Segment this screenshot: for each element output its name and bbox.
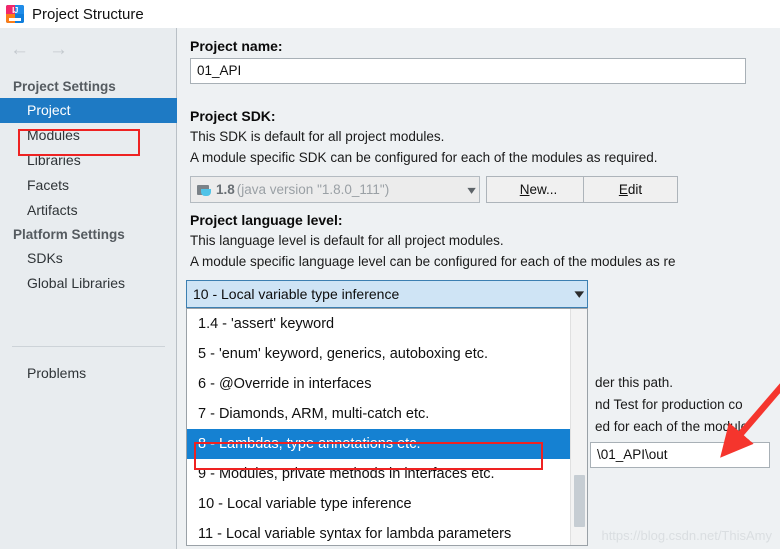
language-level-option-11[interactable]: 11 - Local variable syntax for lambda pa…	[187, 519, 572, 545]
group-header-platform-settings: Platform Settings	[13, 227, 125, 242]
sdk-name: 1.8	[216, 182, 235, 197]
window-titlebar: IJ Project Structure	[0, 0, 780, 28]
project-language-level-label: Project language level:	[190, 212, 343, 228]
intellij-idea-icon: IJ	[6, 5, 24, 23]
language-level-option-8[interactable]: 8 - Lambdas, type annotations etc.	[187, 429, 572, 459]
sidebar-item-sdks[interactable]: SDKs	[0, 246, 177, 271]
settings-tree: Project Settings Project Modules Librari…	[0, 75, 177, 296]
settings-sidebar: ← → Project Settings Project Modules Lib…	[0, 28, 177, 549]
sidebar-item-global-libraries[interactable]: Global Libraries	[0, 271, 177, 296]
sidebar-item-facets[interactable]: Facets	[0, 173, 177, 198]
sidebar-item-artifacts[interactable]: Artifacts	[0, 198, 177, 223]
project-settings-panel: Project name: 01_API Project SDK: This S…	[178, 28, 780, 549]
sidebar-item-problems[interactable]: Problems	[0, 361, 204, 385]
navigation-arrows: ← →	[10, 40, 68, 59]
sdk-description-line-1: This SDK is default for all project modu…	[190, 129, 445, 144]
language-level-options: 1.4 - 'assert' keyword 5 - 'enum' keywor…	[187, 309, 572, 545]
new-button-accel: N	[519, 182, 530, 197]
project-name-input[interactable]: 01_API	[190, 58, 746, 84]
compiler-output-visible-line-3: ed for each of the module	[595, 419, 749, 434]
compiler-output-visible-line-2: nd Test for production co	[595, 397, 743, 412]
group-header-project-settings: Project Settings	[13, 79, 116, 94]
edit-sdk-button[interactable]: Edit	[583, 176, 678, 203]
chevron-down-icon[interactable]: ▾	[563, 286, 585, 302]
language-level-option-10[interactable]: 10 - Local variable type inference	[187, 489, 572, 519]
dropdown-scrollbar-thumb[interactable]	[574, 475, 585, 527]
project-sdk-combobox[interactable]: 1.8 (java version "1.8.0_111") ▾	[190, 176, 480, 203]
language-level-option-7[interactable]: 7 - Diamonds, ARM, multi-catch etc.	[187, 399, 572, 429]
language-level-dropdown-list[interactable]: 1.4 - 'assert' keyword 5 - 'enum' keywor…	[186, 308, 588, 546]
language-level-combobox[interactable]: 10 - Local variable type inference ▾	[186, 280, 588, 308]
compiler-output-path-input[interactable]: \01_API\out	[590, 442, 770, 468]
language-level-selected-value: 10 - Local variable type inference	[193, 286, 400, 302]
compiler-output-visible-line-1: der this path.	[595, 375, 674, 390]
language-level-description-line-1: This language level is default for all p…	[190, 233, 504, 248]
new-button-suffix: ew...	[529, 182, 558, 197]
dropdown-scrollbar[interactable]	[570, 309, 587, 545]
sidebar-item-modules[interactable]: Modules	[0, 123, 177, 148]
sdk-version: (java version "1.8.0_111")	[236, 182, 390, 197]
watermark-text: https://blog.csdn.net/ThisAmy	[601, 528, 772, 543]
project-structure-dialog: IJ Project Structure ← → Project Setting…	[0, 0, 780, 549]
language-level-option-9[interactable]: 9 - Modules, private methods in interfac…	[187, 459, 572, 489]
language-level-option-6[interactable]: 6 - @Override in interfaces	[187, 369, 572, 399]
arrow-right-icon[interactable]: →	[49, 40, 68, 59]
chevron-down-icon[interactable]: ▾	[456, 183, 475, 197]
sidebar-item-project[interactable]: Project	[0, 98, 177, 123]
language-level-description-line-2: A module specific language level can be …	[190, 254, 676, 269]
project-sdk-label: Project SDK:	[190, 108, 276, 124]
sidebar-divider	[12, 346, 165, 347]
new-sdk-button[interactable]: New...	[486, 176, 591, 203]
sdk-description-line-2: A module specific SDK can be configured …	[190, 150, 658, 165]
project-name-label: Project name:	[190, 38, 283, 54]
arrow-left-icon[interactable]: ←	[10, 40, 29, 59]
sidebar-item-libraries[interactable]: Libraries	[0, 148, 177, 173]
edit-button-accel: E	[618, 182, 628, 197]
window-title: Project Structure	[32, 5, 144, 23]
language-level-option-1-4[interactable]: 1.4 - 'assert' keyword	[187, 309, 572, 339]
edit-button-suffix: dit	[627, 182, 643, 197]
language-level-option-5[interactable]: 5 - 'enum' keyword, generics, autoboxing…	[187, 339, 572, 369]
sdk-folder-icon	[197, 183, 213, 197]
